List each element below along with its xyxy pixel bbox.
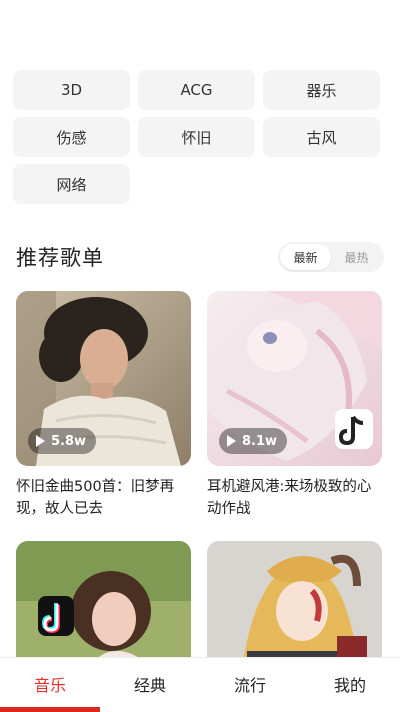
active-tab-indicator xyxy=(0,707,100,712)
playlist-title[interactable]: 耳机避风港:来场极致的心动作战 xyxy=(207,476,379,520)
tab-pop[interactable]: 流行 xyxy=(200,658,300,712)
recommended-playlists-header: 推荐歌单 最新 最热 xyxy=(16,240,384,274)
play-count: 8.1w xyxy=(242,433,278,449)
tab-music[interactable]: 音乐 xyxy=(0,658,100,712)
play-count-badge: 5.8w xyxy=(28,428,97,454)
playlist-cover[interactable]: 5.8w xyxy=(16,291,191,466)
category-tag-grid: 3D ACG 器乐 伤感 怀旧 古风 网络 xyxy=(13,70,380,204)
sort-latest-button[interactable]: 最新 xyxy=(280,244,331,270)
sort-hottest-button[interactable]: 最热 xyxy=(331,244,382,270)
tag-acg[interactable]: ACG xyxy=(138,70,255,110)
playlist-card[interactable]: 5.8w 怀旧金曲500首：旧梦再现，故人已去 xyxy=(16,291,191,520)
play-count: 5.8w xyxy=(51,433,87,449)
tab-mine[interactable]: 我的 xyxy=(300,658,400,712)
bottom-tab-bar: 音乐 经典 流行 我的 xyxy=(0,657,400,712)
tag-sad[interactable]: 伤感 xyxy=(13,117,130,157)
tag-ancient-style[interactable]: 古风 xyxy=(263,117,380,157)
playlist-cover[interactable]: 8.1w xyxy=(207,291,382,466)
play-count-badge: 8.1w xyxy=(219,428,288,454)
tab-classic[interactable]: 经典 xyxy=(100,658,200,712)
play-icon xyxy=(227,435,236,447)
playlist-title[interactable]: 怀旧金曲500首：旧梦再现，故人已去 xyxy=(16,476,188,520)
play-icon xyxy=(36,435,45,447)
tag-nostalgic[interactable]: 怀旧 xyxy=(138,117,255,157)
section-title: 推荐歌单 xyxy=(16,246,104,270)
tag-3d[interactable]: 3D xyxy=(13,70,130,110)
playlist-card[interactable]: 8.1w 耳机避风港:来场极致的心动作战 xyxy=(207,291,382,520)
sort-toggle: 最新 最热 xyxy=(278,242,384,272)
tag-internet[interactable]: 网络 xyxy=(13,164,130,204)
tag-instrumental[interactable]: 器乐 xyxy=(263,70,380,110)
